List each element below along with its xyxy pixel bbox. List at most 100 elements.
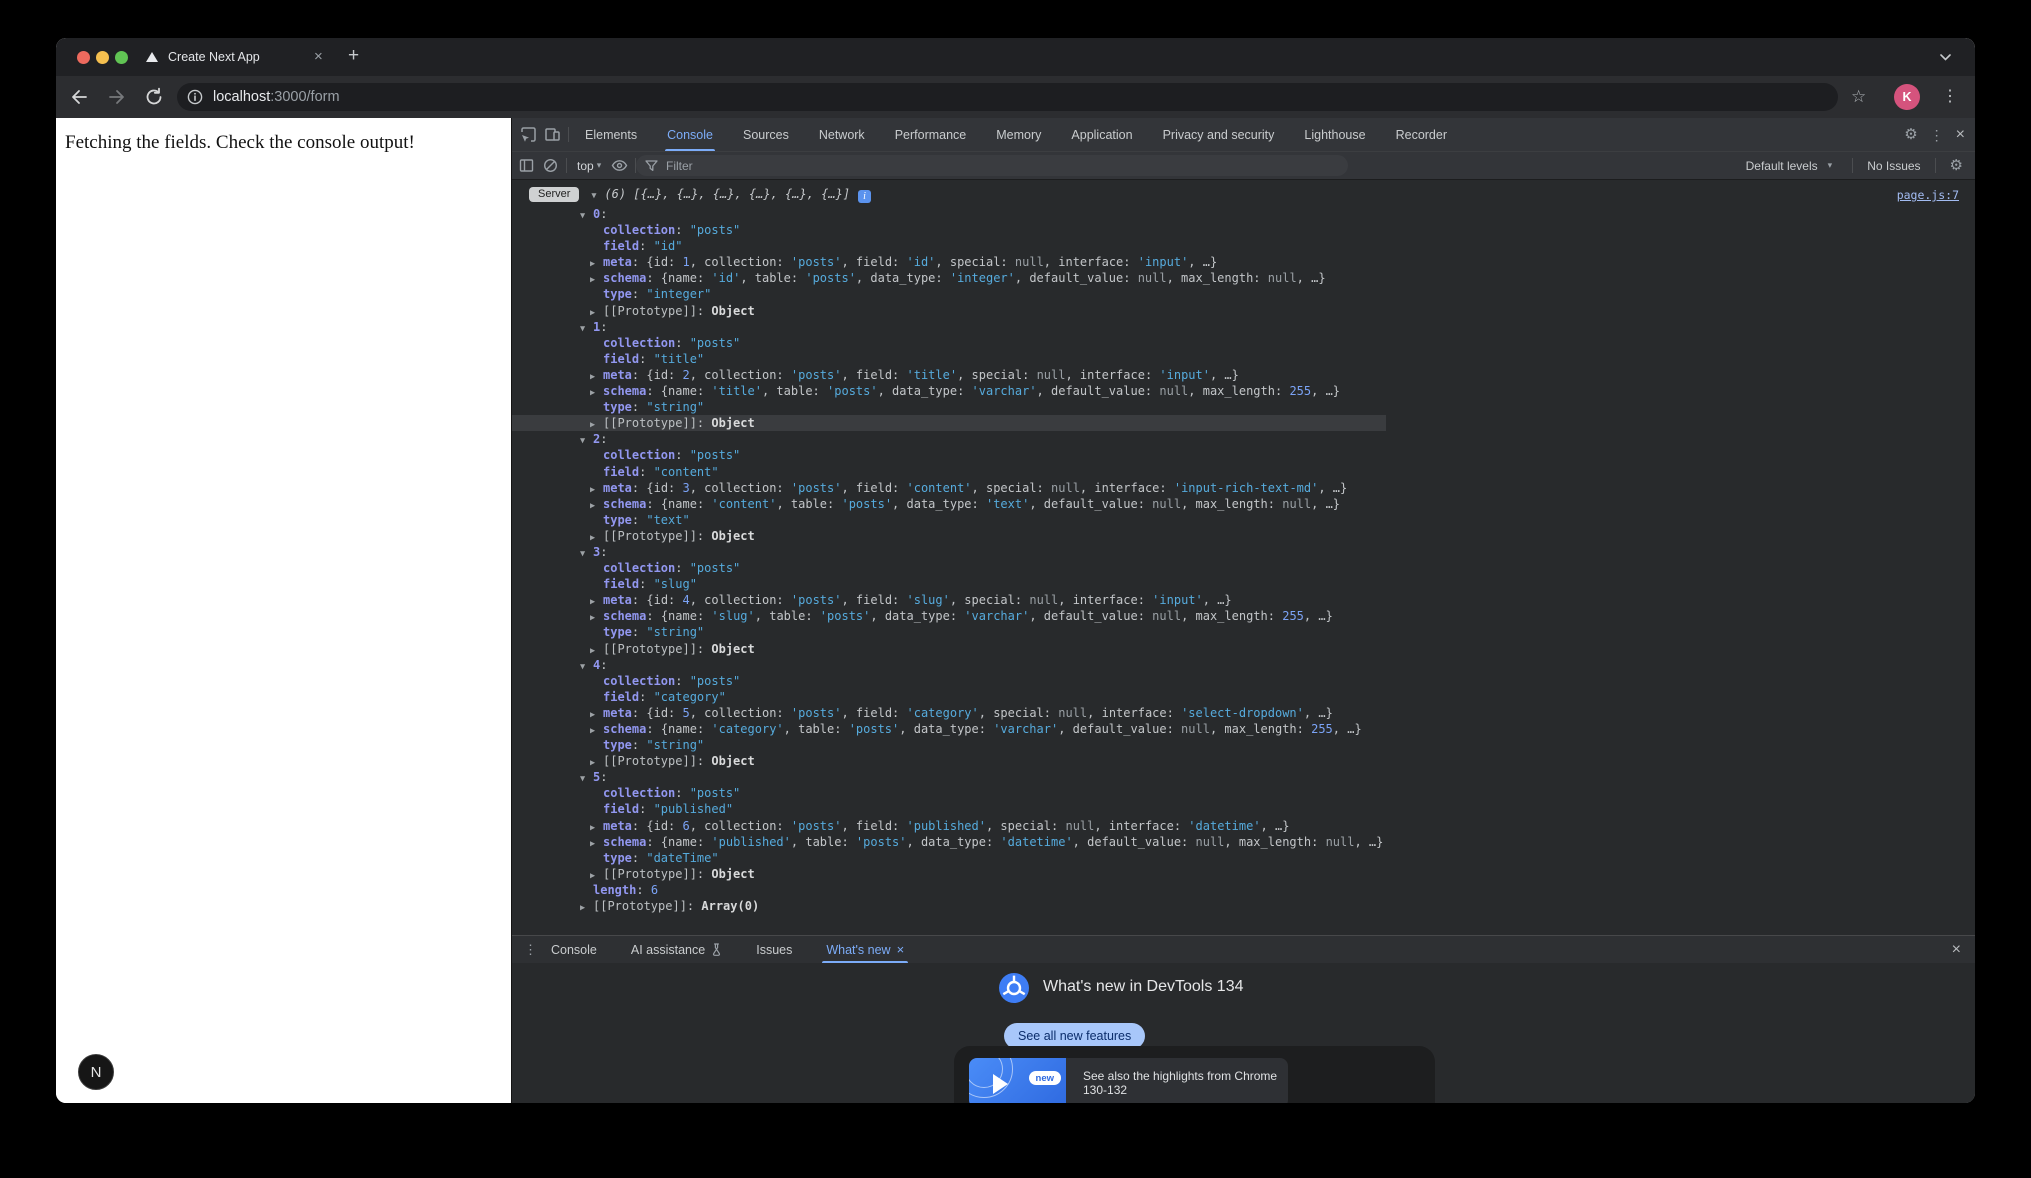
- context-selector[interactable]: top: [577, 159, 594, 173]
- console-row-prototype[interactable]: ▶[[Prototype]]: Object: [512, 528, 1975, 544]
- new-tab-button[interactable]: +: [348, 38, 359, 74]
- console-row[interactable]: collection: "posts": [512, 673, 1975, 689]
- console-row[interactable]: ▶schema: {name: 'slug', table: 'posts', …: [512, 608, 1975, 624]
- source-link[interactable]: page.js:7: [1897, 186, 1959, 205]
- device-toolbar-icon[interactable]: [540, 123, 564, 147]
- play-icon: [993, 1074, 1008, 1094]
- drawer-tab-issues[interactable]: Issues: [756, 936, 792, 963]
- devtools-tabbar: Elements Console Sources Network Performance…: [512, 118, 1975, 152]
- console-row[interactable]: field: "slug": [512, 576, 1975, 592]
- console-row[interactable]: field: "published": [512, 801, 1975, 817]
- console-row-prototype[interactable]: ▶[[Prototype]]: Object: [512, 866, 1975, 882]
- console-row-prototype[interactable]: ▶[[Prototype]]: Array(0): [512, 898, 1975, 914]
- devtools-tab-network[interactable]: Network: [817, 118, 867, 151]
- forward-button[interactable]: [106, 86, 128, 108]
- console-row[interactable]: collection: "posts": [512, 785, 1975, 801]
- console-row[interactable]: field: "id": [512, 238, 1975, 254]
- devtools-tab-console[interactable]: Console: [665, 118, 715, 151]
- highlights-link[interactable]: new See also the highlights from Chrome …: [969, 1058, 1288, 1103]
- console-row-index[interactable]: ▼0:: [512, 206, 1975, 222]
- console-row[interactable]: collection: "posts": [512, 222, 1975, 238]
- back-button[interactable]: [68, 86, 90, 108]
- reload-button[interactable]: [143, 86, 165, 108]
- filter-funnel-icon: [645, 160, 658, 172]
- browser-menu-icon[interactable]: ⋮: [1942, 85, 1958, 109]
- drawer-tab-whats-new[interactable]: What's new ×: [826, 936, 904, 963]
- console-sidebar-icon[interactable]: [514, 154, 538, 178]
- clear-console-icon[interactable]: [538, 154, 562, 178]
- close-drawer-icon[interactable]: ×: [1952, 942, 1961, 958]
- browser-tab-title[interactable]: Create Next App: [168, 38, 260, 76]
- console-row[interactable]: type: "text": [512, 512, 1975, 528]
- devtools-close-icon[interactable]: ×: [1956, 127, 1965, 143]
- console-row[interactable]: ▶meta: {id: 1, collection: 'posts', fiel…: [512, 254, 1975, 270]
- close-window-button[interactable]: [77, 51, 90, 64]
- console-message-summary[interactable]: Server▼(6) [{…}, {…}, {…}, {…}, {…}, {…}…: [512, 185, 1975, 204]
- toggle-expand-icon[interactable]: ▶: [580, 900, 593, 916]
- console-row[interactable]: ▶meta: {id: 2, collection: 'posts', fiel…: [512, 367, 1975, 383]
- console-row-index[interactable]: ▼2:: [512, 431, 1975, 447]
- devtools-menu-icon[interactable]: ⋮: [1930, 128, 1944, 142]
- console-row[interactable]: ▶meta: {id: 5, collection: 'posts', fiel…: [512, 705, 1975, 721]
- console-row[interactable]: collection: "posts": [512, 335, 1975, 351]
- issues-counter[interactable]: No Issues: [1867, 159, 1920, 173]
- devtools-tab-lighthouse[interactable]: Lighthouse: [1302, 118, 1367, 151]
- devtools-settings-gear-icon[interactable]: ⚙: [1904, 127, 1917, 142]
- inspect-element-icon[interactable]: [516, 123, 540, 147]
- tab-close-icon[interactable]: ×: [314, 38, 323, 76]
- console-row-index[interactable]: ▼1:: [512, 319, 1975, 335]
- console-row[interactable]: ▶schema: {name: 'content', table: 'posts…: [512, 496, 1975, 512]
- console-row[interactable]: field: "content": [512, 464, 1975, 480]
- console-row-prototype[interactable]: ▶[[Prototype]]: Object: [512, 303, 1975, 319]
- console-row-index[interactable]: ▼3:: [512, 544, 1975, 560]
- console-row[interactable]: field: "category": [512, 689, 1975, 705]
- console-row[interactable]: ▶schema: {name: 'category', table: 'post…: [512, 721, 1975, 737]
- console-row-index[interactable]: ▼5:: [512, 769, 1975, 785]
- console-row[interactable]: collection: "posts": [512, 447, 1975, 463]
- console-row-prototype[interactable]: ▶[[Prototype]]: Object: [512, 641, 1975, 657]
- devtools-tab-performance[interactable]: Performance: [893, 118, 969, 151]
- console-row[interactable]: ▶meta: {id: 3, collection: 'posts', fiel…: [512, 480, 1975, 496]
- console-row[interactable]: collection: "posts": [512, 560, 1975, 576]
- tab-search-chevron-icon[interactable]: [1940, 54, 1951, 61]
- live-expression-eye-icon[interactable]: [607, 154, 631, 178]
- bookmark-star-icon[interactable]: ☆: [1851, 85, 1866, 109]
- console-row-index[interactable]: ▼4:: [512, 657, 1975, 673]
- toggle-expand-icon[interactable]: ▼: [591, 187, 604, 206]
- console-row[interactable]: type: "string": [512, 399, 1975, 415]
- profile-avatar[interactable]: K: [1894, 84, 1920, 110]
- site-info-icon[interactable]: [187, 89, 203, 105]
- console-row[interactable]: type: "string": [512, 737, 1975, 753]
- devtools-tab-memory[interactable]: Memory: [994, 118, 1043, 151]
- filter-placeholder: Filter: [666, 159, 693, 173]
- console-row[interactable]: type: "integer": [512, 286, 1975, 302]
- devtools-tab-application[interactable]: Application: [1069, 118, 1134, 151]
- console-row-prototype[interactable]: ▶[[Prototype]]: Object: [512, 753, 1975, 769]
- console-row[interactable]: type: "string": [512, 624, 1975, 640]
- fullscreen-window-button[interactable]: [115, 51, 128, 64]
- whats-new-tab-close-icon[interactable]: ×: [897, 942, 905, 957]
- info-icon[interactable]: i: [858, 190, 871, 203]
- devtools-tab-elements[interactable]: Elements: [583, 118, 639, 151]
- address-bar[interactable]: localhost:3000/form: [177, 83, 1838, 111]
- console-row[interactable]: length: 6: [512, 882, 1975, 898]
- devtools-tab-privacy-and-security[interactable]: Privacy and security: [1161, 118, 1277, 151]
- devtools-tab-sources[interactable]: Sources: [741, 118, 791, 151]
- drawer-tab-console[interactable]: Console: [551, 936, 597, 963]
- minimize-window-button[interactable]: [96, 51, 109, 64]
- console-settings-gear-icon[interactable]: ⚙: [1950, 158, 1963, 173]
- log-levels-dropdown[interactable]: Default levels: [1746, 159, 1818, 173]
- console-row[interactable]: type: "dateTime": [512, 850, 1975, 866]
- devtools-tab-recorder[interactable]: Recorder: [1394, 118, 1449, 151]
- console-row[interactable]: ▶meta: {id: 6, collection: 'posts', fiel…: [512, 818, 1975, 834]
- console-row[interactable]: ▶schema: {name: 'title', table: 'posts',…: [512, 383, 1975, 399]
- console-row[interactable]: ▶schema: {name: 'published', table: 'pos…: [512, 834, 1975, 850]
- console-row[interactable]: ▶schema: {name: 'id', table: 'posts', da…: [512, 270, 1975, 286]
- drawer-menu-icon[interactable]: ⋮: [524, 942, 537, 958]
- console-filter-input[interactable]: Filter: [636, 155, 1348, 176]
- console-row[interactable]: ▶meta: {id: 4, collection: 'posts', fiel…: [512, 592, 1975, 608]
- console-row-prototype[interactable]: ▶[[Prototype]]: Object: [512, 415, 1386, 431]
- console-row[interactable]: field: "title": [512, 351, 1975, 367]
- drawer-tab-ai-assistance[interactable]: AI assistance: [631, 936, 722, 963]
- nextjs-dev-badge[interactable]: N: [78, 1054, 114, 1090]
